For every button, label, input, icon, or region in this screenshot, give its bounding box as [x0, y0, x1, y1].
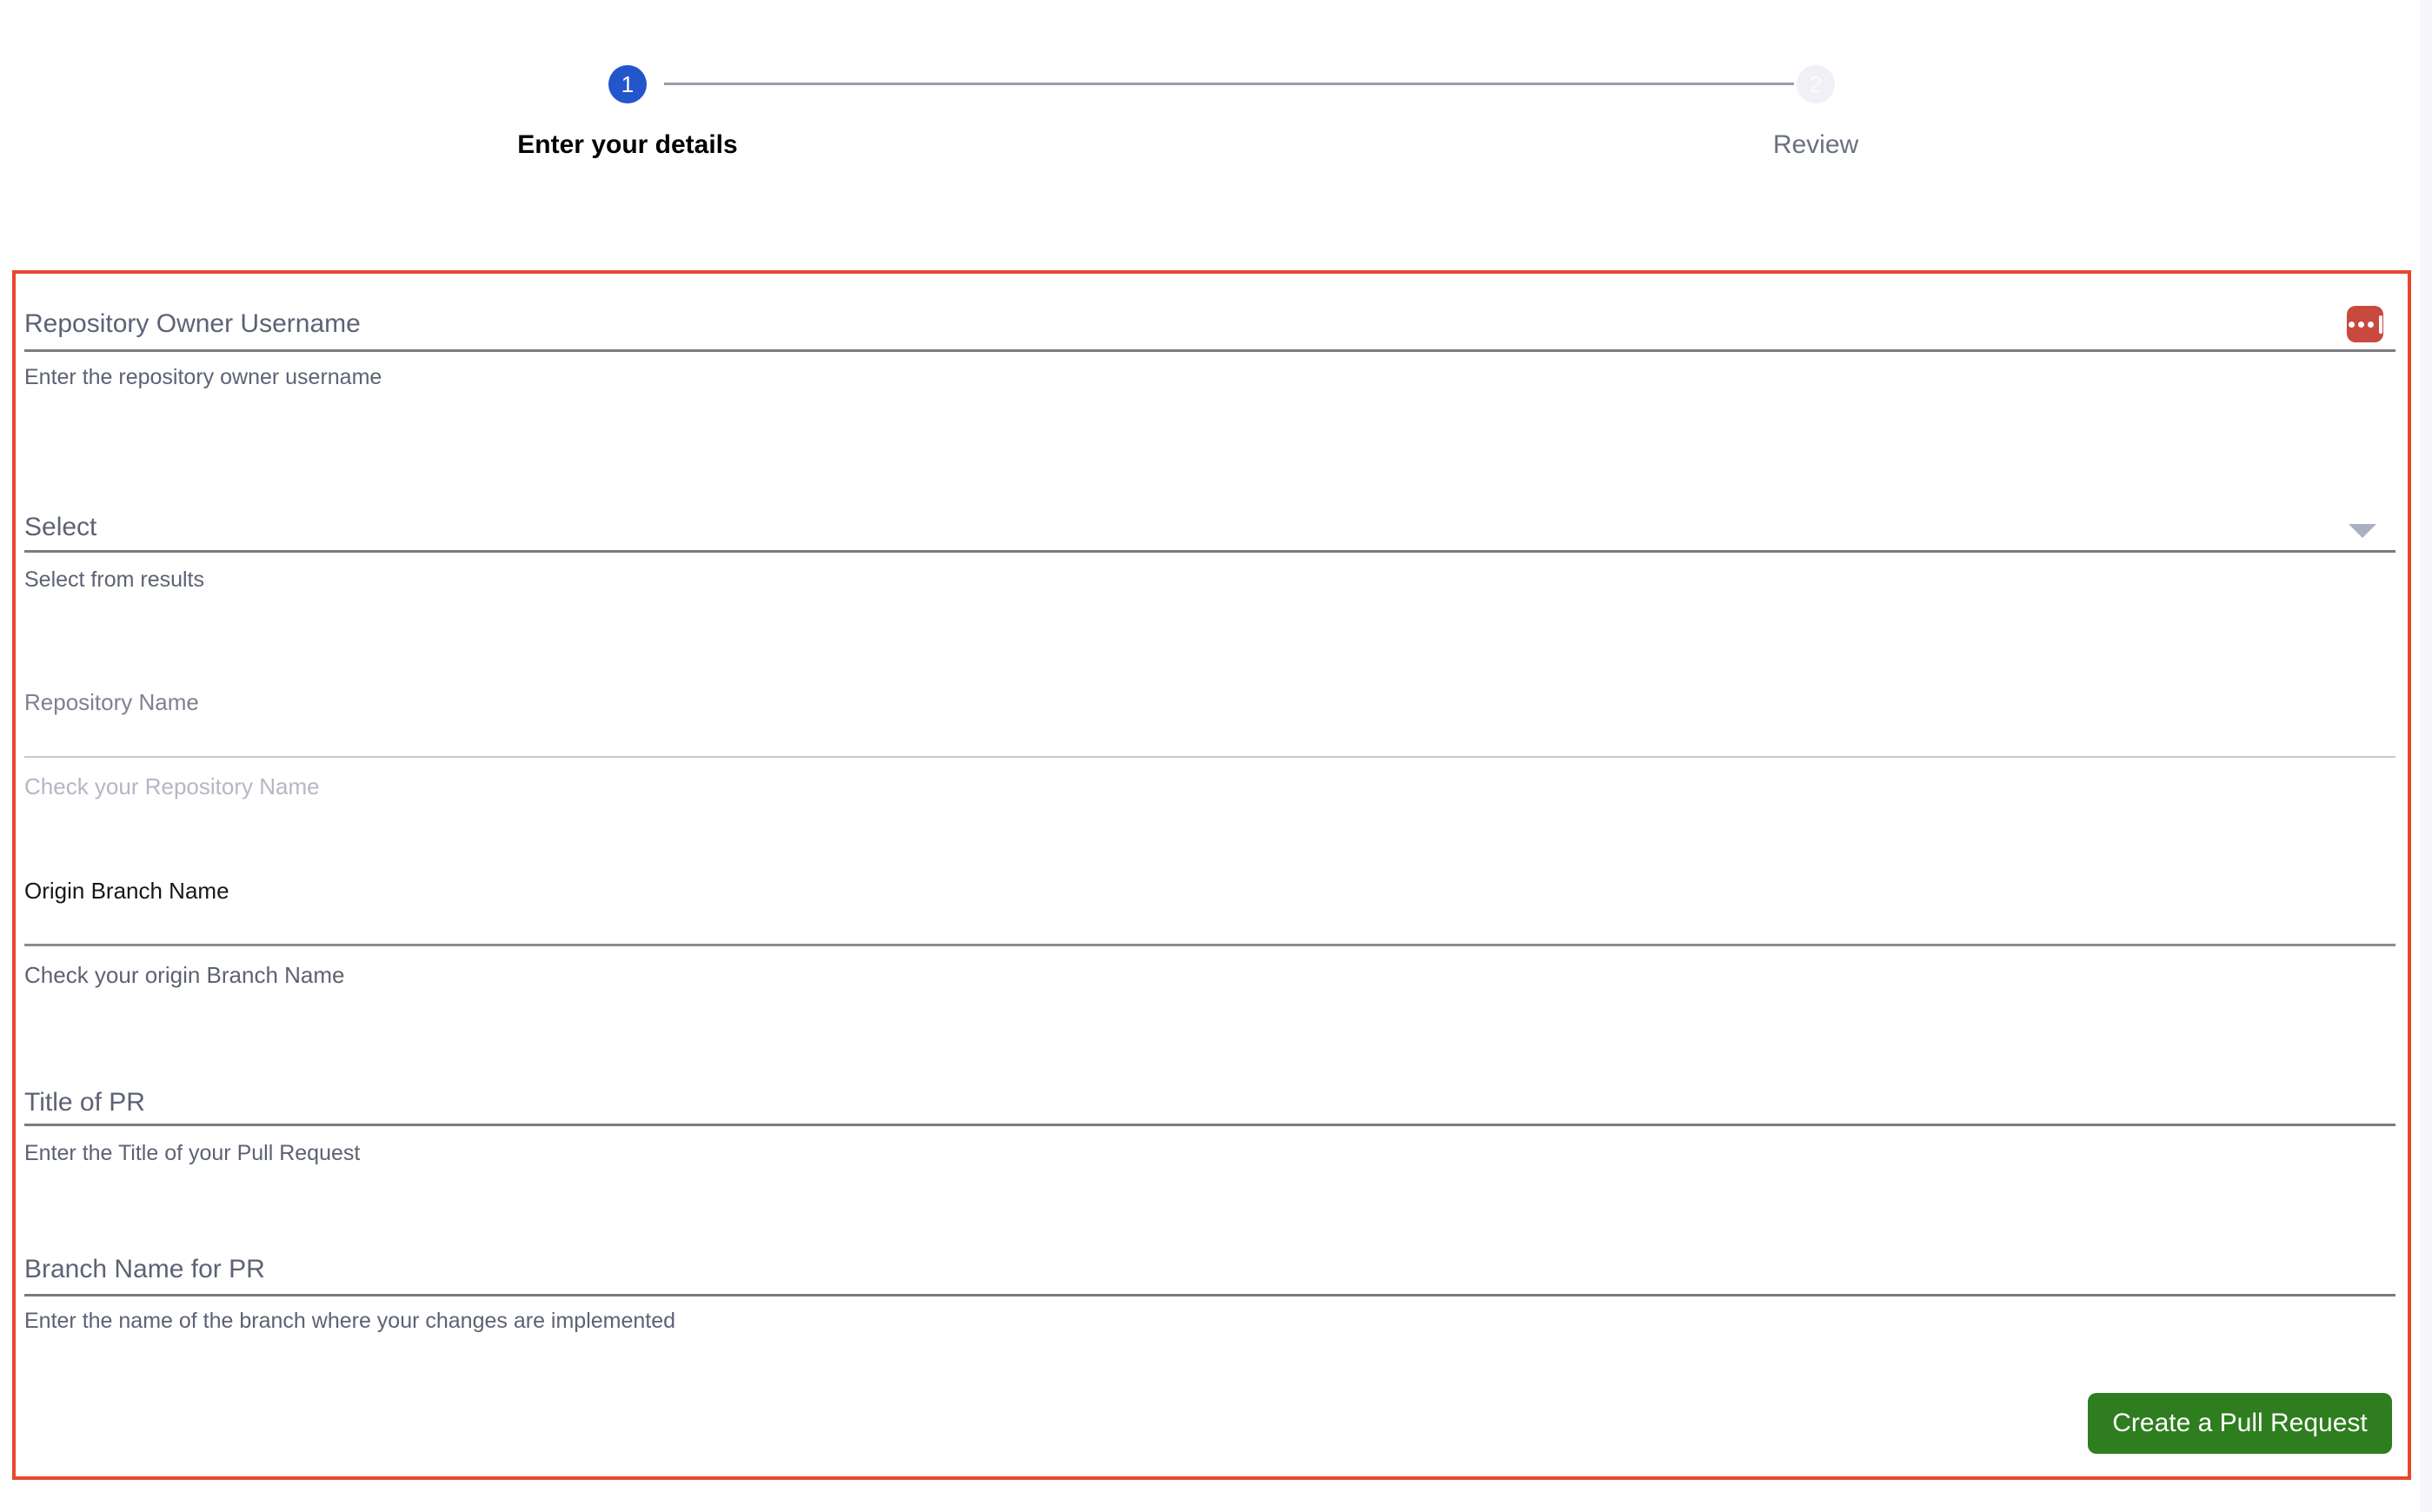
origin-branch-name-underline	[24, 944, 2395, 946]
create-pull-request-button[interactable]: Create a Pull Request	[2088, 1393, 2392, 1454]
pr-branch-name-label: Branch Name for PR	[24, 1255, 265, 1283]
app-background: 1 2 Enter your details Review Repository…	[0, 0, 2420, 1512]
pr-branch-name-helper: Enter the name of the branch where your …	[24, 1309, 676, 1333]
chevron-down-icon	[2349, 524, 2376, 538]
lastpass-dot	[2348, 321, 2355, 328]
select-helper: Select from results	[24, 567, 205, 592]
repository-owner-username-helper: Enter the repository owner username	[24, 365, 382, 389]
pr-branch-name-underline	[24, 1294, 2395, 1296]
step-2-number: 2	[1809, 70, 1823, 97]
repository-name-label: Repository Name	[24, 689, 199, 715]
origin-branch-name-field[interactable]: Origin Branch Name Check your origin Bra…	[24, 875, 2395, 992]
pr-title-underline	[24, 1124, 2395, 1126]
repository-name-underline	[24, 756, 2395, 758]
lastpass-dot	[2367, 321, 2374, 328]
origin-branch-name-label: Origin Branch Name	[24, 878, 229, 904]
repository-owner-username-label: Repository Owner Username	[24, 309, 361, 338]
lastpass-autofill-icon[interactable]	[2347, 306, 2383, 342]
pr-branch-name-field[interactable]: Branch Name for PR Enter the name of the…	[24, 1251, 2395, 1334]
select-underline	[24, 550, 2395, 553]
step-1-label: Enter your details	[517, 130, 738, 159]
repository-owner-username-underline	[24, 349, 2395, 352]
lastpass-bar	[2378, 315, 2382, 334]
repository-owner-username-field[interactable]: Repository Owner Username Enter the repo…	[24, 304, 2395, 404]
stepper-connector-line	[664, 83, 1794, 85]
select-results-dropdown[interactable]: Select Select from results	[24, 508, 2395, 595]
step-2-circle[interactable]: 2	[1797, 65, 1835, 103]
repository-name-placeholder: Check your Repository Name	[24, 773, 320, 799]
lastpass-dot	[2357, 321, 2364, 328]
pr-title-field[interactable]: Title of PR Enter the Title of your Pull…	[24, 1084, 2395, 1166]
select-label: Select	[24, 513, 97, 541]
pr-title-helper: Enter the Title of your Pull Request	[24, 1141, 361, 1165]
repository-name-field[interactable]: Repository Name Check your Repository Na…	[24, 686, 2395, 804]
step-1-circle[interactable]: 1	[608, 65, 647, 103]
origin-branch-name-helper: Check your origin Branch Name	[24, 962, 345, 988]
step-2-label: Review	[1772, 130, 1859, 159]
step-1-number: 1	[621, 70, 635, 97]
pr-title-label: Title of PR	[24, 1088, 145, 1117]
